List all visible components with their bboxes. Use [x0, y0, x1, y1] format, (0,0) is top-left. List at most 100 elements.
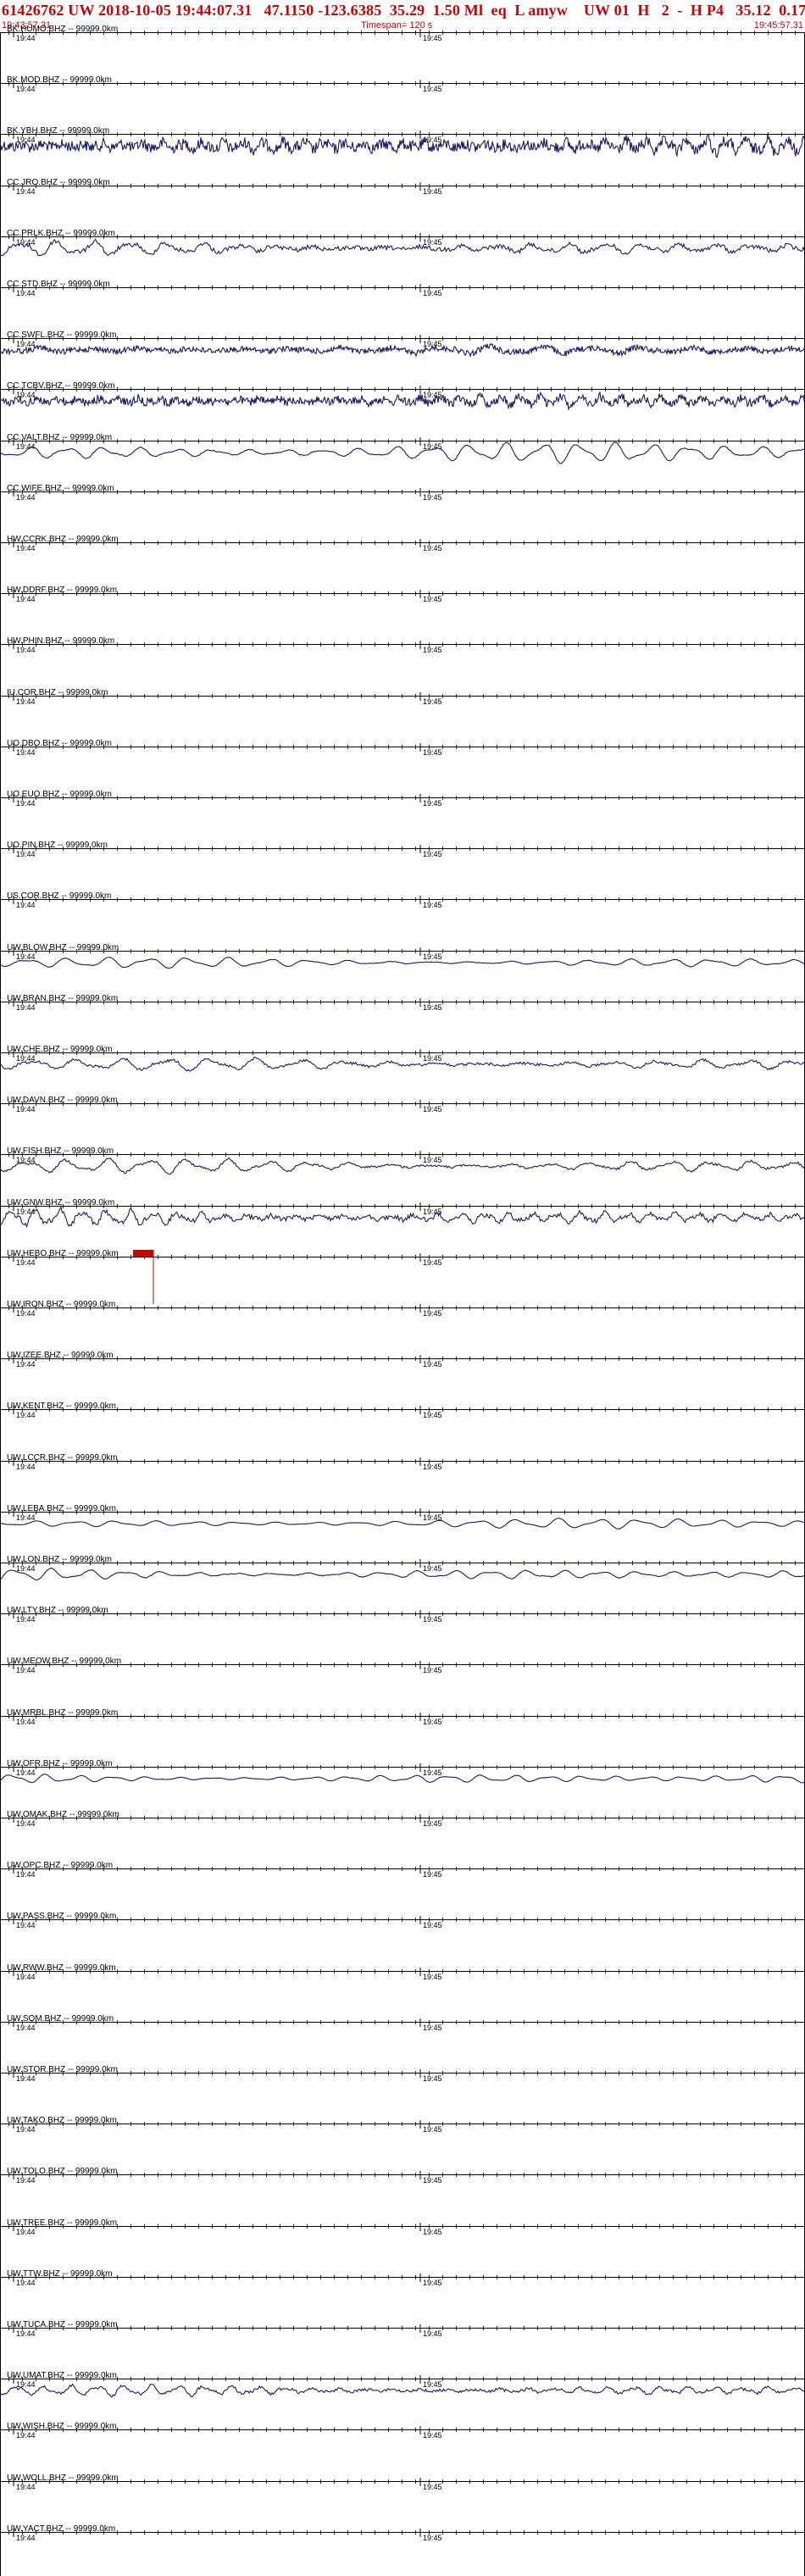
channel-panel: 19:44 19:45UW.FISH.BHZ -- 99999.0km	[0, 1146, 805, 1175]
channel-label: BK.MOD.BHZ -- 99999.0km	[7, 75, 112, 85]
channel-label: UW.IZEE.BHZ -- 99999.0km	[7, 1351, 114, 1360]
time-label-1945: 19:45	[423, 1819, 442, 1828]
time-label-1944: 19:44	[16, 1309, 36, 1318]
waveform-trace	[0, 238, 805, 257]
time-label-1945: 19:45	[423, 595, 442, 603]
channel-panel: 19:44 19:45 UW.HEBO.BHZ -- 99999.0km	[0, 1249, 805, 1267]
channel-label: UW.TUCA.BHZ -- 99999.0km	[7, 2320, 118, 2329]
time-label-1945: 19:45	[423, 2125, 442, 2134]
waveform-trace	[0, 1774, 805, 1784]
time-label-1944: 19:44	[16, 493, 36, 502]
time-label-1944: 19:44	[16, 1666, 36, 1674]
channel-panel: 19:44 19:45 UW.PASS.BHZ -- 99999.0km	[0, 1912, 805, 1929]
time-label-1944: 19:44	[16, 1463, 36, 1471]
channel-label: UW.STOR.BHZ -- 99999.0km	[7, 2065, 118, 2074]
channel-label: UW.OMAK.BHZ -- 99999.0km	[7, 1810, 119, 1819]
waveform-trace	[0, 342, 805, 358]
channel-panel: 19:44 19:45 HW.DDRF.BHZ -- 99999.0km	[0, 586, 805, 603]
channel-label: UW.MEOW.BHZ -- 99999.0km	[7, 1657, 121, 1666]
channel-panel: 19:44 19:45 BK.MOD.BHZ -- 99999.0km	[0, 75, 805, 93]
time-label-1944: 19:44	[16, 1003, 36, 1012]
time-label-1945: 19:45	[423, 2483, 442, 2491]
channel-label: UW.WISH.BHZ -- 99999.0km	[7, 2422, 116, 2431]
time-label-1945: 19:45	[423, 1054, 442, 1063]
channel-label: UW.LCCR.BHZ -- 99999.0km	[7, 1453, 118, 1463]
waveform-trace	[0, 133, 805, 158]
channel-panel: 19:44 19:45 BK.HUMO.BHZ -- 99999.0km	[0, 25, 805, 42]
channel-panel: 19:44 19:45 UW.IZEE.BHZ -- 99999.0km	[0, 1351, 805, 1368]
time-label-1945: 19:45	[423, 1258, 442, 1267]
channel-label: UW.SQM.BHZ -- 99999.0km	[7, 2014, 114, 2024]
channel-panel: 19:44 19:45 UW.RWW.BHZ -- 99999.0km	[0, 1963, 805, 1981]
time-label-1945: 19:45	[423, 2380, 442, 2389]
time-label-1945: 19:45	[423, 799, 442, 808]
channel-panel: 19:44 19:45 UW.LON.BHZ -- 99999.0km	[0, 1555, 805, 1581]
channel-label: CC.VALT.BHZ -- 99999.0km	[7, 433, 112, 442]
time-label-1945: 19:45	[423, 1870, 442, 1879]
time-label-1945: 19:45	[423, 697, 442, 706]
time-label-1944: 19:44	[16, 2329, 36, 2338]
channel-panel: 19:44 19:45UW.LEBA.BHZ -- 99999.0km	[0, 1504, 805, 1530]
channel-label: UW.LON.BHZ -- 99999.0km	[7, 1555, 112, 1564]
time-label-1944: 19:44	[16, 187, 36, 196]
channel-panel: 19:44 19:45 UW.TUCA.BHZ -- 99999.0km	[0, 2320, 805, 2338]
channel-label: UW.TOLO.BHZ -- 99999.0km	[7, 2167, 117, 2176]
time-label-1944: 19:44	[16, 697, 36, 706]
time-label-1945: 19:45	[423, 85, 442, 93]
waveform-trace	[0, 2383, 805, 2398]
time-label-1944: 19:44	[16, 2380, 36, 2389]
time-label-1944: 19:44	[16, 2176, 36, 2185]
channel-label: IU.COR.BHZ -- 99999.0km	[7, 688, 108, 697]
channel-label: UW.WOLL.BHZ -- 99999.0km	[7, 2473, 119, 2483]
waveform-trace	[0, 1157, 805, 1175]
time-label-1944: 19:44	[16, 2228, 36, 2236]
waveform-trace	[0, 1518, 805, 1530]
time-label-1944: 19:44	[16, 2431, 36, 2440]
pick-marker	[133, 1250, 153, 1257]
channel-label: UW.OPC.BHZ -- 99999.0km	[7, 1861, 113, 1870]
waveform-trace	[0, 1567, 805, 1581]
channel-panel: 19:44 19:45 UW.MEOW.BHZ -- 99999.0km	[0, 1657, 805, 1674]
time-label-1945: 19:45	[423, 1309, 442, 1318]
channel-label: UO.EUO.BHZ -- 99999.0km	[7, 790, 112, 799]
time-label-1945: 19:45	[423, 1411, 442, 1419]
channel-panel: 19:44 19:45 UW.YACT.BHZ -- 99999.0km	[0, 2524, 805, 2542]
time-label-1944: 19:44	[16, 2074, 36, 2083]
channel-panel: 19:44 19:45 CC.STD.BHZ -- 99999.0km	[0, 280, 805, 297]
channel-label: UW.HEBO.BHZ -- 99999.0km	[7, 1249, 119, 1258]
channel-label: UW.KENT.BHZ -- 99999.0km	[7, 1402, 116, 1411]
channel-label: UW.UMAT.BHZ -- 99999.0km	[7, 2371, 117, 2380]
time-label-1945: 19:45	[423, 2279, 442, 2287]
channel-panel: 19:44 19:45 UW.OFR.BHZ -- 99999.0km	[0, 1759, 805, 1784]
channel-panel: 19:44 19:45 UO.DBO.BHZ -- 99999.0km	[0, 739, 805, 757]
channel-panel: 19:44 19:45 UW.DAVN.BHZ -- 99999.0km	[0, 1096, 805, 1113]
channel-panel: 19:44 19:45 UW.KENT.BHZ -- 99999.0km	[0, 1402, 805, 1419]
channel-panel: 19:44 19:45UW.GNW.BHZ -- 99999.0km	[0, 1198, 805, 1229]
time-label-1944: 19:44	[16, 1718, 36, 1726]
time-label-1945: 19:45	[423, 1718, 442, 1726]
time-label-1944: 19:44	[16, 2534, 36, 2542]
channel-label: CC.STD.BHZ -- 99999.0km	[7, 280, 110, 289]
channel-panel: 19:44 19:45 UW.UMAT.BHZ -- 99999.0km	[0, 2371, 805, 2398]
channel-panel: 19:44 19:45 UW.WOLL.BHZ -- 99999.0km	[0, 2473, 805, 2491]
time-label-1944: 19:44	[16, 2125, 36, 2134]
channel-label: UW.TREE.BHZ -- 99999.0km	[7, 2218, 117, 2228]
time-label-1944: 19:44	[16, 2024, 36, 2032]
waveform-trace	[0, 957, 805, 969]
time-label-1945: 19:45	[423, 1156, 442, 1164]
channel-label: UW.PASS.BHZ -- 99999.0km	[7, 1912, 116, 1921]
time-label-1945: 19:45	[423, 2329, 442, 2338]
time-label-1944: 19:44	[16, 1105, 36, 1113]
channel-panel: 19:44 19:45 UW.TAKO.BHZ -- 99999.0km	[0, 2116, 805, 2134]
channel-panel: 19:44 19:45 UW.WISH.BHZ -- 99999.0km	[0, 2422, 805, 2440]
time-label-1945: 19:45	[423, 1666, 442, 1674]
channel-panel: 19:44 19:45UW.CHE.BHZ -- 99999.0km	[0, 1045, 805, 1072]
time-label-1944: 19:44	[16, 1513, 36, 1522]
time-label-1944: 19:44	[16, 1870, 36, 1879]
time-label-1945: 19:45	[423, 748, 442, 757]
channel-panel: 19:44 19:45CC.TCBV.BHZ -- 99999.0km	[0, 381, 805, 411]
channel-panel: 19:44 19:45 UW.MRBL.BHZ -- 99999.0km	[0, 1708, 805, 1726]
channel-panel: 19:44 19:45 UW.STOR.BHZ -- 99999.0km	[0, 2065, 805, 2083]
channel-panel: 19:44 19:45 US.COR.BHZ -- 99999.0km	[0, 891, 805, 909]
channel-panel: 19:44 19:45 CC.WIFE.BHZ -- 99999.0km	[0, 484, 805, 502]
